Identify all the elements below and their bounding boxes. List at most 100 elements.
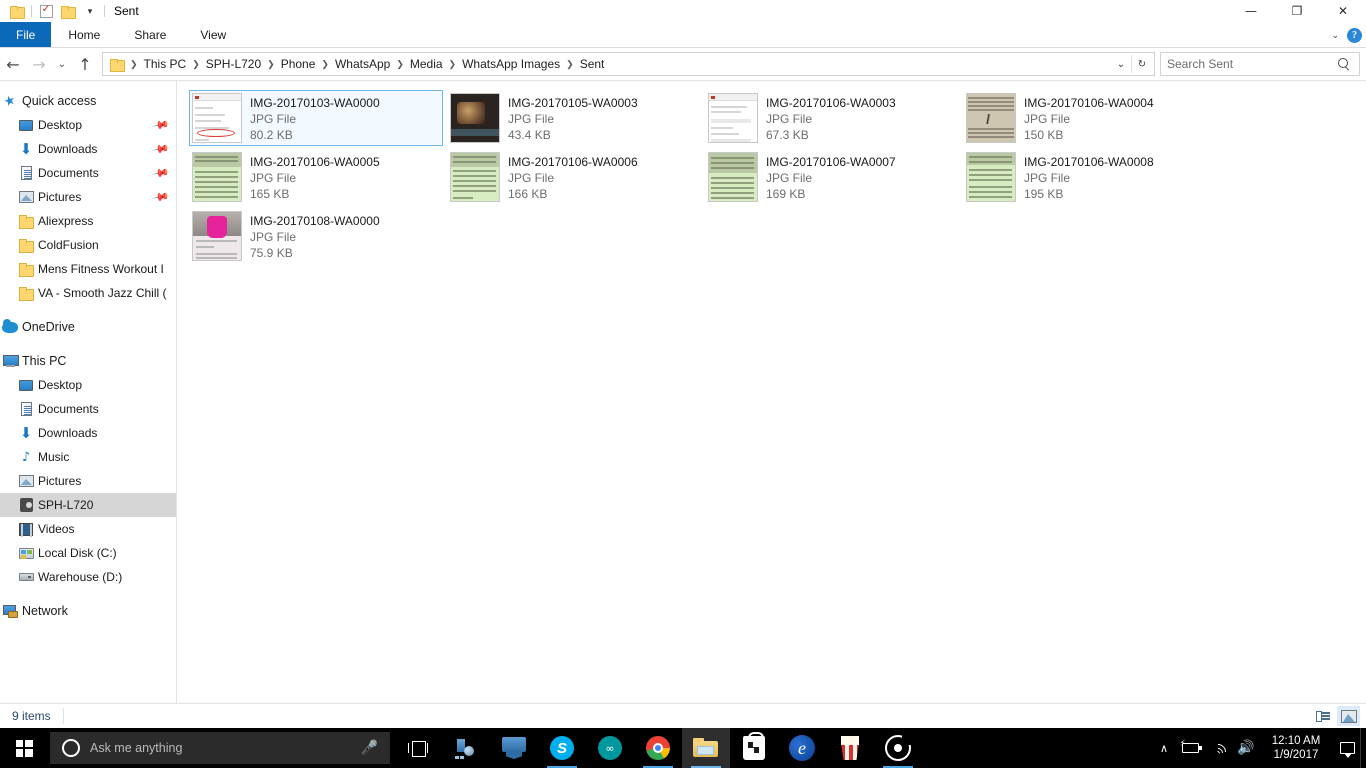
sidebar-item-smooth-jazz[interactable]: VA - Smooth Jazz Chill ( (0, 281, 176, 305)
navigation-pane[interactable]: ★ Quick access Desktop 📌 ⬇ Downloads 📌 D… (0, 81, 177, 703)
breadcrumb-sph-l720[interactable]: SPH-L720 (202, 54, 265, 74)
file-item-5[interactable]: IMG-20170106-WA0006 JPG File 166 KB (447, 149, 701, 205)
large-icons-view-button[interactable] (1337, 706, 1360, 726)
battery-charging-icon[interactable]: ⚡ (1176, 728, 1204, 768)
file-item-3[interactable]: IMG-20170106-WA0004 JPG File 150 KB (963, 90, 1217, 146)
action-center-button[interactable] (1334, 728, 1360, 768)
sidebar-item-coldfusion[interactable]: ColdFusion (0, 233, 176, 257)
start-button[interactable] (0, 728, 48, 768)
sidebar-item-desktop[interactable]: Desktop (0, 373, 176, 397)
breadcrumb-media[interactable]: Media (406, 54, 447, 74)
sidebar-item-quick-access[interactable]: ★ Quick access (0, 89, 176, 113)
qat-folder-icon[interactable] (6, 1, 28, 21)
close-button[interactable]: ✕ (1320, 0, 1366, 22)
microphone-icon[interactable]: 🎤 (361, 740, 378, 756)
file-item-8[interactable]: IMG-20170108-WA0000 JPG File 75.9 KB (189, 208, 443, 264)
minimize-button[interactable]: — (1228, 0, 1274, 22)
status-bar: 9 items (0, 703, 1366, 728)
back-button[interactable]: ← (0, 51, 26, 77)
speaker-icon[interactable]: 🔊 (1232, 728, 1260, 768)
show-hidden-icons-chevron-up-icon[interactable]: ∧ (1152, 728, 1176, 768)
sidebar-item-pictures[interactable]: Pictures (0, 469, 176, 493)
system-tray: ∧ ⚡ 🔊 12:10 AM 1/9/2017 (1152, 728, 1366, 768)
show-desktop-button[interactable] (1360, 728, 1366, 768)
tab-share[interactable]: Share (117, 22, 183, 47)
bluej-taskbar-button[interactable] (442, 728, 490, 768)
file-item-1[interactable]: IMG-20170105-WA0003 JPG File 43.4 KB (447, 90, 701, 146)
popcorn-time-taskbar-button[interactable] (826, 728, 874, 768)
breadcrumb-whatsapp-images[interactable]: WhatsApp Images (458, 54, 564, 74)
breadcrumb-separator-0[interactable]: ❯ (128, 59, 140, 70)
forward-button[interactable]: → (26, 51, 52, 77)
qat-customize-chevron-down-icon[interactable]: ▾ (79, 1, 101, 21)
breadcrumb-sent[interactable]: Sent (576, 54, 609, 74)
file-type: JPG File (766, 170, 896, 186)
sidebar-item-this-pc[interactable]: This PC (0, 349, 176, 373)
breadcrumb-separator-6[interactable]: ❯ (564, 59, 576, 70)
file-item-6[interactable]: IMG-20170106-WA0007 JPG File 169 KB (705, 149, 959, 205)
details-view-button[interactable] (1312, 706, 1335, 726)
sidebar-item-desktop-qa[interactable]: Desktop 📌 (0, 113, 176, 137)
file-item-2[interactable]: IMG-20170106-WA0003 JPG File 67.3 KB (705, 90, 959, 146)
chrome-taskbar-button[interactable] (634, 728, 682, 768)
sidebar-item-documents[interactable]: Documents (0, 397, 176, 421)
expand-ribbon-chevron-down-icon[interactable]: ⌄ (1328, 30, 1342, 41)
sidebar-item-downloads-qa[interactable]: ⬇ Downloads 📌 (0, 137, 176, 161)
sidebar-item-documents-qa[interactable]: Documents 📌 (0, 161, 176, 185)
search-input[interactable]: Search Sent (1160, 52, 1360, 76)
teamviewer-icon (502, 737, 526, 759)
task-view-button[interactable] (394, 728, 442, 768)
up-button[interactable]: ↑ (72, 51, 98, 77)
drive-icon (18, 569, 34, 585)
sidebar-item-onedrive[interactable]: OneDrive (0, 315, 176, 339)
edge-taskbar-button[interactable]: e (778, 728, 826, 768)
wifi-icon[interactable] (1204, 728, 1232, 768)
file-list[interactable]: IMG-20170103-WA0000 JPG File 80.2 KB IMG… (177, 81, 1366, 703)
sidebar-item-network[interactable]: Network (0, 599, 176, 623)
sidebar-item-warehouse-d[interactable]: Warehouse (D:) (0, 565, 176, 589)
breadcrumb-this-pc[interactable]: This PC (140, 54, 191, 74)
sidebar-label-music: Music (38, 450, 69, 464)
sidebar-item-aliexpress[interactable]: Aliexpress (0, 209, 176, 233)
sidebar-item-local-disk-c[interactable]: Local Disk (C:) (0, 541, 176, 565)
skype-taskbar-button[interactable]: S (538, 728, 586, 768)
store-taskbar-button[interactable] (730, 728, 778, 768)
refresh-icon[interactable]: ↻ (1132, 53, 1152, 75)
breadcrumb-whatsapp[interactable]: WhatsApp (331, 54, 394, 74)
breadcrumb-separator-5[interactable]: ❯ (447, 59, 459, 70)
clock[interactable]: 12:10 AM 1/9/2017 (1260, 728, 1334, 768)
file-item-4[interactable]: IMG-20170106-WA0005 JPG File 165 KB (189, 149, 443, 205)
media-player-taskbar-button[interactable] (874, 728, 922, 768)
sidebar-item-sph-l720[interactable]: SPH-L720 (0, 493, 176, 517)
arduino-taskbar-button[interactable]: ∞ (586, 728, 634, 768)
sidebar-label-network: Network (22, 604, 68, 618)
breadcrumb-separator-1[interactable]: ❯ (190, 59, 202, 70)
address-history-chevron-down-icon[interactable]: ⌄ (1111, 53, 1131, 75)
sidebar-item-videos[interactable]: Videos (0, 517, 176, 541)
sidebar-item-pictures-qa[interactable]: Pictures 📌 (0, 185, 176, 209)
file-size: 166 KB (508, 186, 638, 202)
tab-view[interactable]: View (183, 22, 243, 47)
breadcrumb-separator-3[interactable]: ❯ (319, 59, 331, 70)
teamviewer-taskbar-button[interactable] (490, 728, 538, 768)
file-explorer-taskbar-button[interactable] (682, 728, 730, 768)
sidebar-item-music[interactable]: ♪ Music (0, 445, 176, 469)
qat-new-folder-icon[interactable] (57, 1, 79, 21)
qat-properties-icon[interactable] (35, 1, 57, 21)
cortana-search-box[interactable]: Ask me anything 🎤 (50, 732, 390, 764)
breadcrumb-separator-4[interactable]: ❯ (394, 59, 406, 70)
search-icon[interactable] (1337, 57, 1351, 71)
maximize-button[interactable]: ❐ (1274, 0, 1320, 22)
address-bar[interactable]: ❯ This PC ❯ SPH-L720 ❯ Phone ❯ WhatsApp … (102, 52, 1155, 76)
tab-file[interactable]: File (0, 22, 51, 47)
help-icon[interactable]: ? (1347, 28, 1362, 43)
file-item-0[interactable]: IMG-20170103-WA0000 JPG File 80.2 KB (189, 90, 443, 146)
recent-locations-chevron-down-icon[interactable]: ⌄ (52, 51, 72, 77)
breadcrumb-separator-2[interactable]: ❯ (265, 59, 277, 70)
breadcrumb-phone[interactable]: Phone (277, 54, 320, 74)
onedrive-icon (2, 319, 18, 335)
sidebar-item-mens-fitness[interactable]: Mens Fitness Workout I (0, 257, 176, 281)
tab-home[interactable]: Home (51, 22, 117, 47)
sidebar-item-downloads[interactable]: ⬇ Downloads (0, 421, 176, 445)
file-item-7[interactable]: IMG-20170106-WA0008 JPG File 195 KB (963, 149, 1217, 205)
